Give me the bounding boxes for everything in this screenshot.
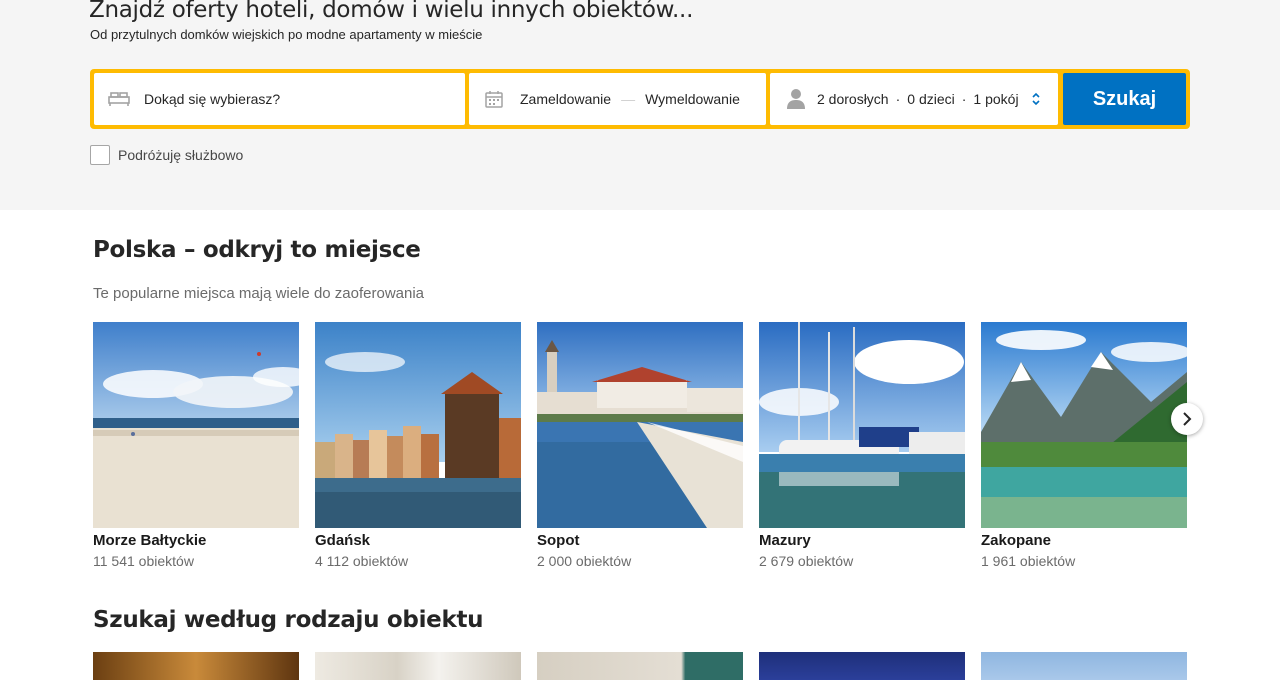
destination-card[interactable]: Sopot 2 000 obiektów xyxy=(537,322,743,569)
destination-name[interactable]: Sopot xyxy=(537,532,743,549)
guests-separator: · xyxy=(961,91,967,107)
destination-count: 11 541 obiektów xyxy=(93,553,194,569)
destination-input[interactable]: Dokąd się wybierasz? xyxy=(144,91,280,107)
calendar-icon xyxy=(484,89,504,109)
destination-image-gdansk[interactable] xyxy=(315,322,521,528)
destination-name[interactable]: Zakopane xyxy=(981,532,1187,549)
destination-card[interactable]: Mazury 2 679 obiektów xyxy=(759,322,965,569)
guests-field[interactable]: 2 dorosłych · 0 dzieci · 1 pokój xyxy=(770,73,1058,125)
dates-field[interactable]: Zameldowanie — Wymeldowanie xyxy=(469,73,766,125)
children-count: 0 dzieci xyxy=(907,91,955,107)
checkin-date[interactable]: Zameldowanie xyxy=(520,91,611,107)
destination-image-zakopane[interactable] xyxy=(981,322,1187,528)
destination-name[interactable]: Morze Bałtyckie xyxy=(93,532,299,549)
destination-name[interactable]: Mazury xyxy=(759,532,965,549)
updown-chevron-icon xyxy=(1031,92,1041,106)
destination-image-sopot[interactable] xyxy=(537,322,743,528)
hero-title: Znajdź oferty hoteli, domów i wielu inny… xyxy=(89,0,694,23)
explore-title: Polska – odkryj to miejsce xyxy=(93,237,421,263)
person-icon xyxy=(786,88,806,110)
checkout-date[interactable]: Wymeldowanie xyxy=(645,91,740,107)
destination-name[interactable]: Gdańsk xyxy=(315,532,521,549)
adults-count: 2 dorosłych xyxy=(817,91,889,107)
property-type-image[interactable] xyxy=(315,652,521,680)
guests-separator: · xyxy=(895,91,901,107)
business-travel-checkbox[interactable] xyxy=(90,145,110,165)
property-types-title: Szukaj według rodzaju obiektu xyxy=(93,607,484,633)
destination-card[interactable]: Gdańsk 4 112 obiektów xyxy=(315,322,521,569)
destination-field[interactable]: Dokąd się wybierasz? xyxy=(94,73,465,125)
property-type-image[interactable] xyxy=(537,652,743,680)
carousel-next-button[interactable] xyxy=(1171,403,1203,435)
search-bar: Dokąd się wybierasz? Zameldowanie — Wyme… xyxy=(90,69,1190,129)
search-button[interactable]: Szukaj xyxy=(1063,73,1186,125)
destination-image-mazury[interactable] xyxy=(759,322,965,528)
destination-count: 1 961 obiektów xyxy=(981,553,1076,569)
business-travel-label: Podróżuję służbowo xyxy=(118,147,244,163)
destination-card[interactable]: Morze Bałtyckie 11 541 obiektów xyxy=(93,322,299,569)
explore-subtitle: Te popularne miejsca mają wiele do zaofe… xyxy=(93,285,425,302)
property-type-image[interactable] xyxy=(759,652,965,680)
hero-subtitle: Od przytulnych domków wiejskich po modne… xyxy=(90,27,483,42)
chevron-right-icon xyxy=(1182,412,1192,426)
bed-icon xyxy=(108,91,130,107)
property-type-image[interactable] xyxy=(981,652,1187,680)
destination-count: 2 679 obiektów xyxy=(759,553,854,569)
destination-card[interactable]: Zakopane 1 961 obiektów xyxy=(981,322,1187,569)
business-travel-option[interactable]: Podróżuję służbowo xyxy=(90,145,243,165)
destination-count: 4 112 obiektów xyxy=(315,553,409,569)
destination-image-baltic[interactable] xyxy=(93,322,299,528)
hero-section: Znajdź oferty hoteli, domów i wielu inny… xyxy=(0,0,1280,210)
rooms-count: 1 pokój xyxy=(973,91,1019,107)
property-type-image[interactable] xyxy=(93,652,299,680)
date-separator: — xyxy=(621,91,636,107)
destination-count: 2 000 obiektów xyxy=(537,553,632,569)
